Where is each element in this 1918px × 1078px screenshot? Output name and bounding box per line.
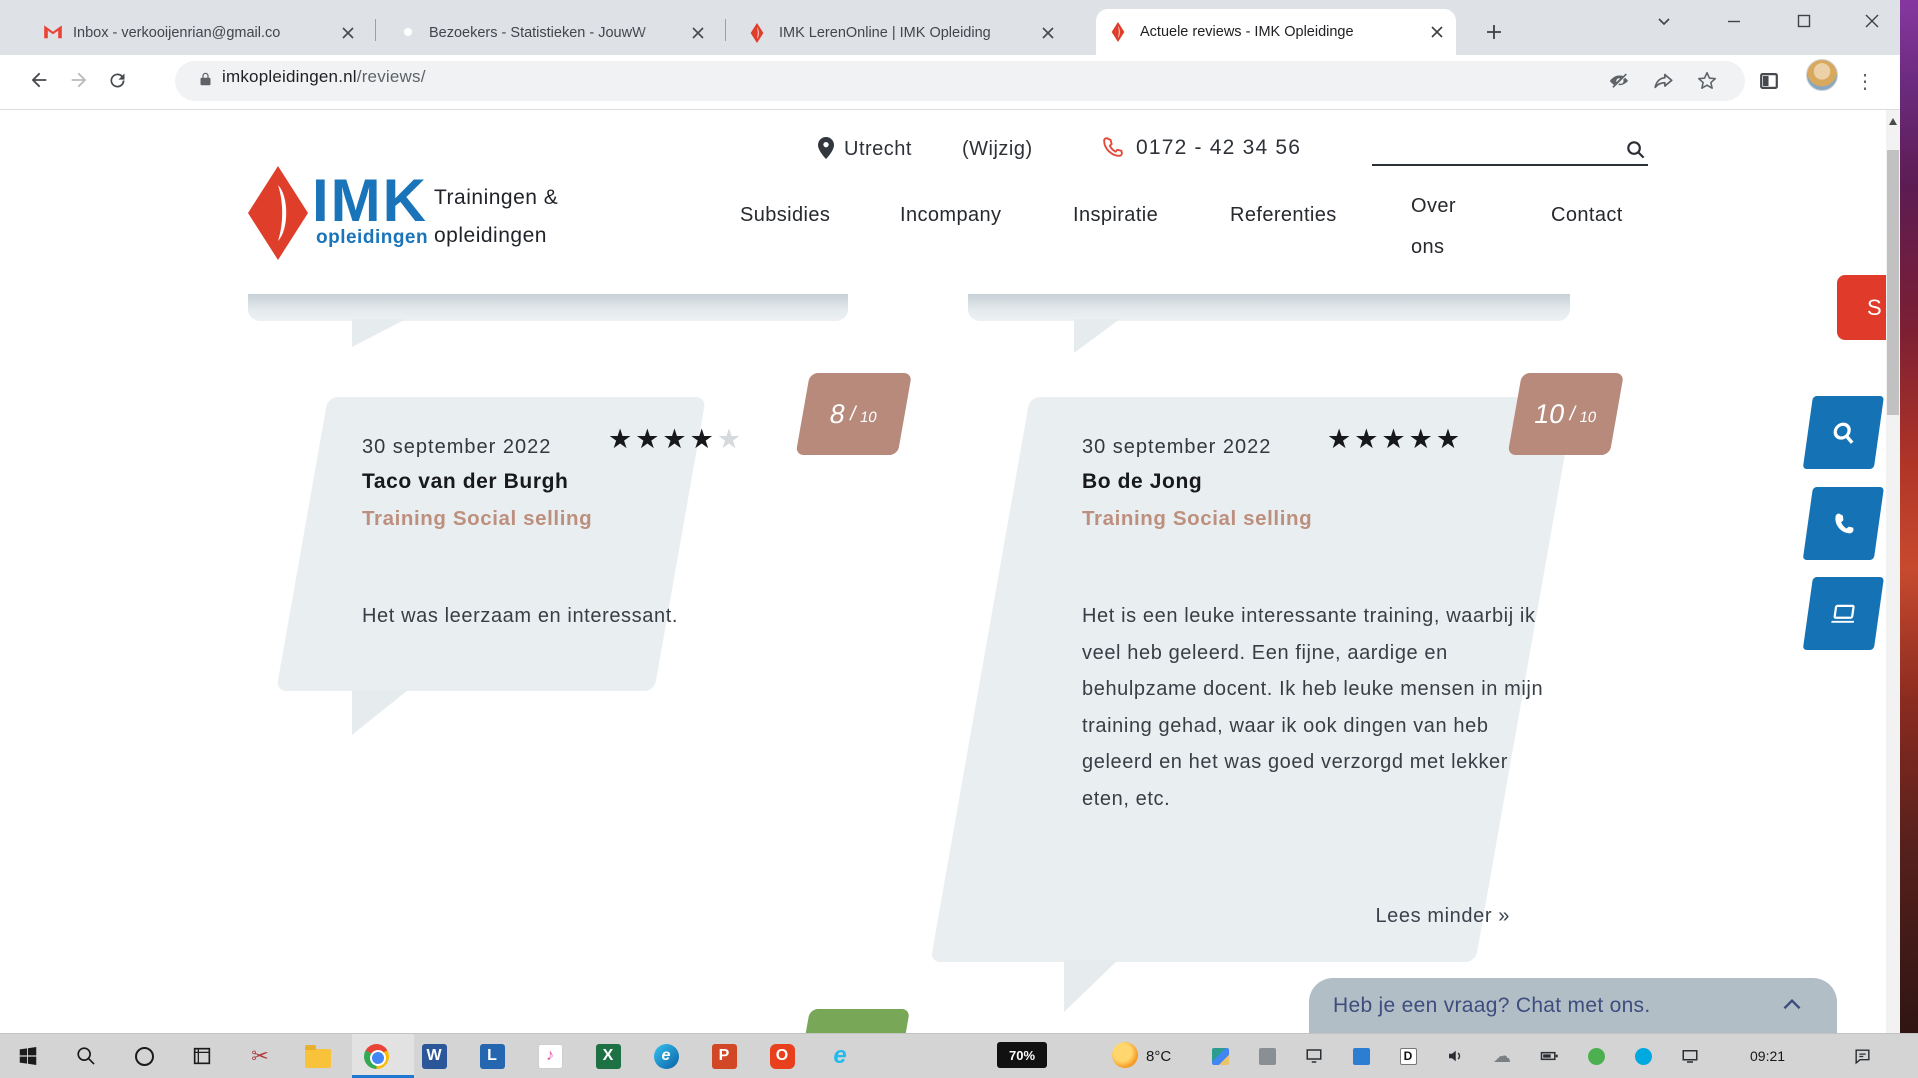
notification-center-icon[interactable] [1848,1042,1876,1070]
taskbar-search-icon[interactable] [72,1042,100,1070]
teamviewer-tray-icon[interactable] [1629,1042,1657,1070]
powerpoint-icon[interactable]: P [710,1042,738,1070]
start-button[interactable] [14,1042,42,1070]
snipping-tool-icon[interactable] [246,1042,274,1070]
office-icon[interactable]: O [768,1042,796,1070]
antivirus-tray-icon[interactable] [1582,1042,1610,1070]
volume-tray-icon[interactable] [1441,1042,1469,1070]
excel-icon[interactable]: X [594,1042,622,1070]
cortana-icon[interactable] [130,1042,158,1070]
monitor-tray-icon[interactable] [1300,1042,1328,1070]
taskbar-items: W L X e P O e 70% 8°C D [0,0,1918,1078]
displayfusion-tray-icon[interactable]: D [1394,1042,1422,1070]
linkedin-learning-icon[interactable]: L [478,1042,506,1070]
weather-icon[interactable] [1112,1042,1138,1068]
blue-app-tray-icon[interactable] [1347,1042,1375,1070]
battery-level-badge[interactable]: 70% [997,1042,1047,1068]
battery-level-text: 70% [1008,1047,1036,1063]
weather-temperature[interactable]: 8°C [1146,1048,1171,1065]
edge-icon[interactable]: e [652,1042,680,1070]
file-explorer-icon[interactable] [304,1042,332,1070]
itunes-icon[interactable] [536,1042,564,1070]
internet-explorer-icon[interactable]: e [826,1042,854,1070]
battery-tray-icon[interactable] [1535,1042,1563,1070]
screen: Inbox - verkooijenrian@gmail.co Bezoeker… [0,0,1918,1078]
input-device-tray-icon[interactable] [1253,1042,1281,1070]
onedrive-tray-icon[interactable] [1488,1042,1516,1070]
taskbar-clock[interactable]: 09:21 [1750,1048,1785,1064]
word-icon[interactable]: W [420,1042,448,1070]
task-view-icon[interactable] [188,1042,216,1070]
display-settings-tray-icon[interactable] [1676,1042,1704,1070]
photos-tray-icon[interactable] [1206,1042,1234,1070]
chrome-icon[interactable] [362,1042,390,1070]
